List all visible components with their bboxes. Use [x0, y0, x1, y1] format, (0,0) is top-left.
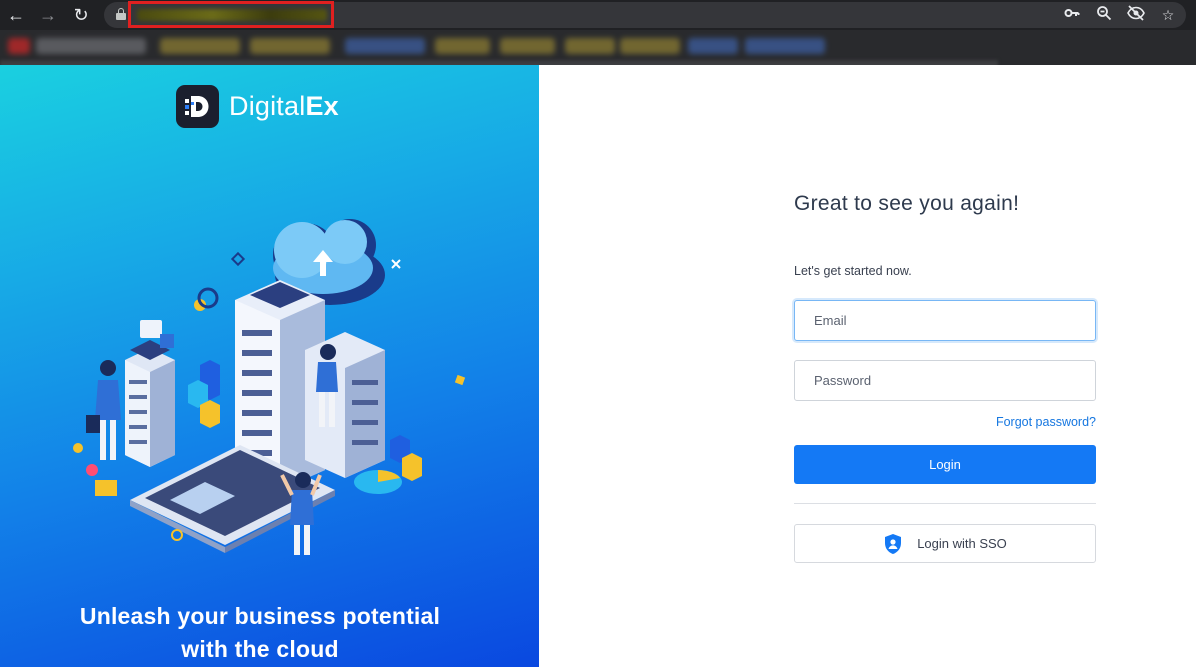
brand-name-bold: Ex — [305, 90, 339, 121]
back-arrow-icon[interactable]: ← — [5, 4, 27, 26]
address-bar[interactable]: ☆ — [104, 1, 1186, 28]
login-panel: Great to see you again! Let's get starte… — [539, 65, 1196, 667]
bookmark-item[interactable] — [345, 38, 425, 54]
bookmark-item[interactable] — [8, 38, 30, 54]
bookmark-item[interactable] — [565, 38, 615, 54]
bookmark-item[interactable] — [36, 38, 146, 54]
sso-login-button[interactable]: Login with SSO — [794, 524, 1096, 563]
eye-off-icon[interactable] — [1126, 5, 1146, 25]
login-button[interactable]: Login — [794, 445, 1096, 484]
forward-arrow-icon[interactable]: → — [37, 4, 59, 26]
reload-icon[interactable]: ↻ — [70, 4, 92, 26]
password-field[interactable] — [794, 360, 1096, 401]
email-field[interactable] — [794, 300, 1096, 341]
server-rack-right — [305, 332, 385, 478]
hero-tagline: Unleash your business potential with the… — [0, 600, 520, 666]
bookmark-item[interactable] — [250, 38, 330, 54]
page-subtitle: Let's get started now. — [794, 264, 912, 278]
forgot-password-link[interactable]: Forgot password? — [996, 415, 1096, 429]
browser-toolbar: ← → ↻ ☆ — [0, 0, 1196, 30]
bookmark-item[interactable] — [745, 38, 825, 54]
person-left — [86, 360, 121, 460]
page-title: Great to see you again! — [794, 192, 1020, 215]
bookmark-item[interactable] — [688, 38, 738, 54]
tagline-line-2: with the cloud — [181, 636, 339, 662]
bookmark-item[interactable] — [620, 38, 680, 54]
shield-user-icon — [885, 533, 902, 554]
tagline-line-1: Unleash your business potential — [79, 603, 441, 629]
zoom-icon[interactable] — [1094, 5, 1114, 25]
brand-logo: DigitalEx — [176, 84, 339, 128]
bookmarks-bar — [0, 30, 1196, 90]
hero-panel: DigitalEx Unleash your business potentia… — [0, 65, 539, 667]
key-icon[interactable] — [1062, 5, 1082, 25]
star-icon[interactable]: ☆ — [1158, 5, 1178, 25]
brand-name-light: Digital — [229, 90, 306, 121]
bookmark-item[interactable] — [435, 38, 490, 54]
server-rack-left — [125, 340, 175, 467]
cloud-datacenter-illustration — [73, 219, 466, 555]
logo-mark-icon — [176, 84, 219, 128]
bookmark-item[interactable] — [500, 38, 555, 54]
divider — [794, 503, 1096, 504]
bookmark-item[interactable] — [160, 38, 240, 54]
blurred-url — [137, 9, 327, 21]
sso-button-label: Login with SSO — [917, 536, 1007, 551]
lock-icon — [116, 8, 126, 20]
url-redaction-box — [128, 1, 334, 28]
brand-name: DigitalEx — [229, 91, 339, 122]
